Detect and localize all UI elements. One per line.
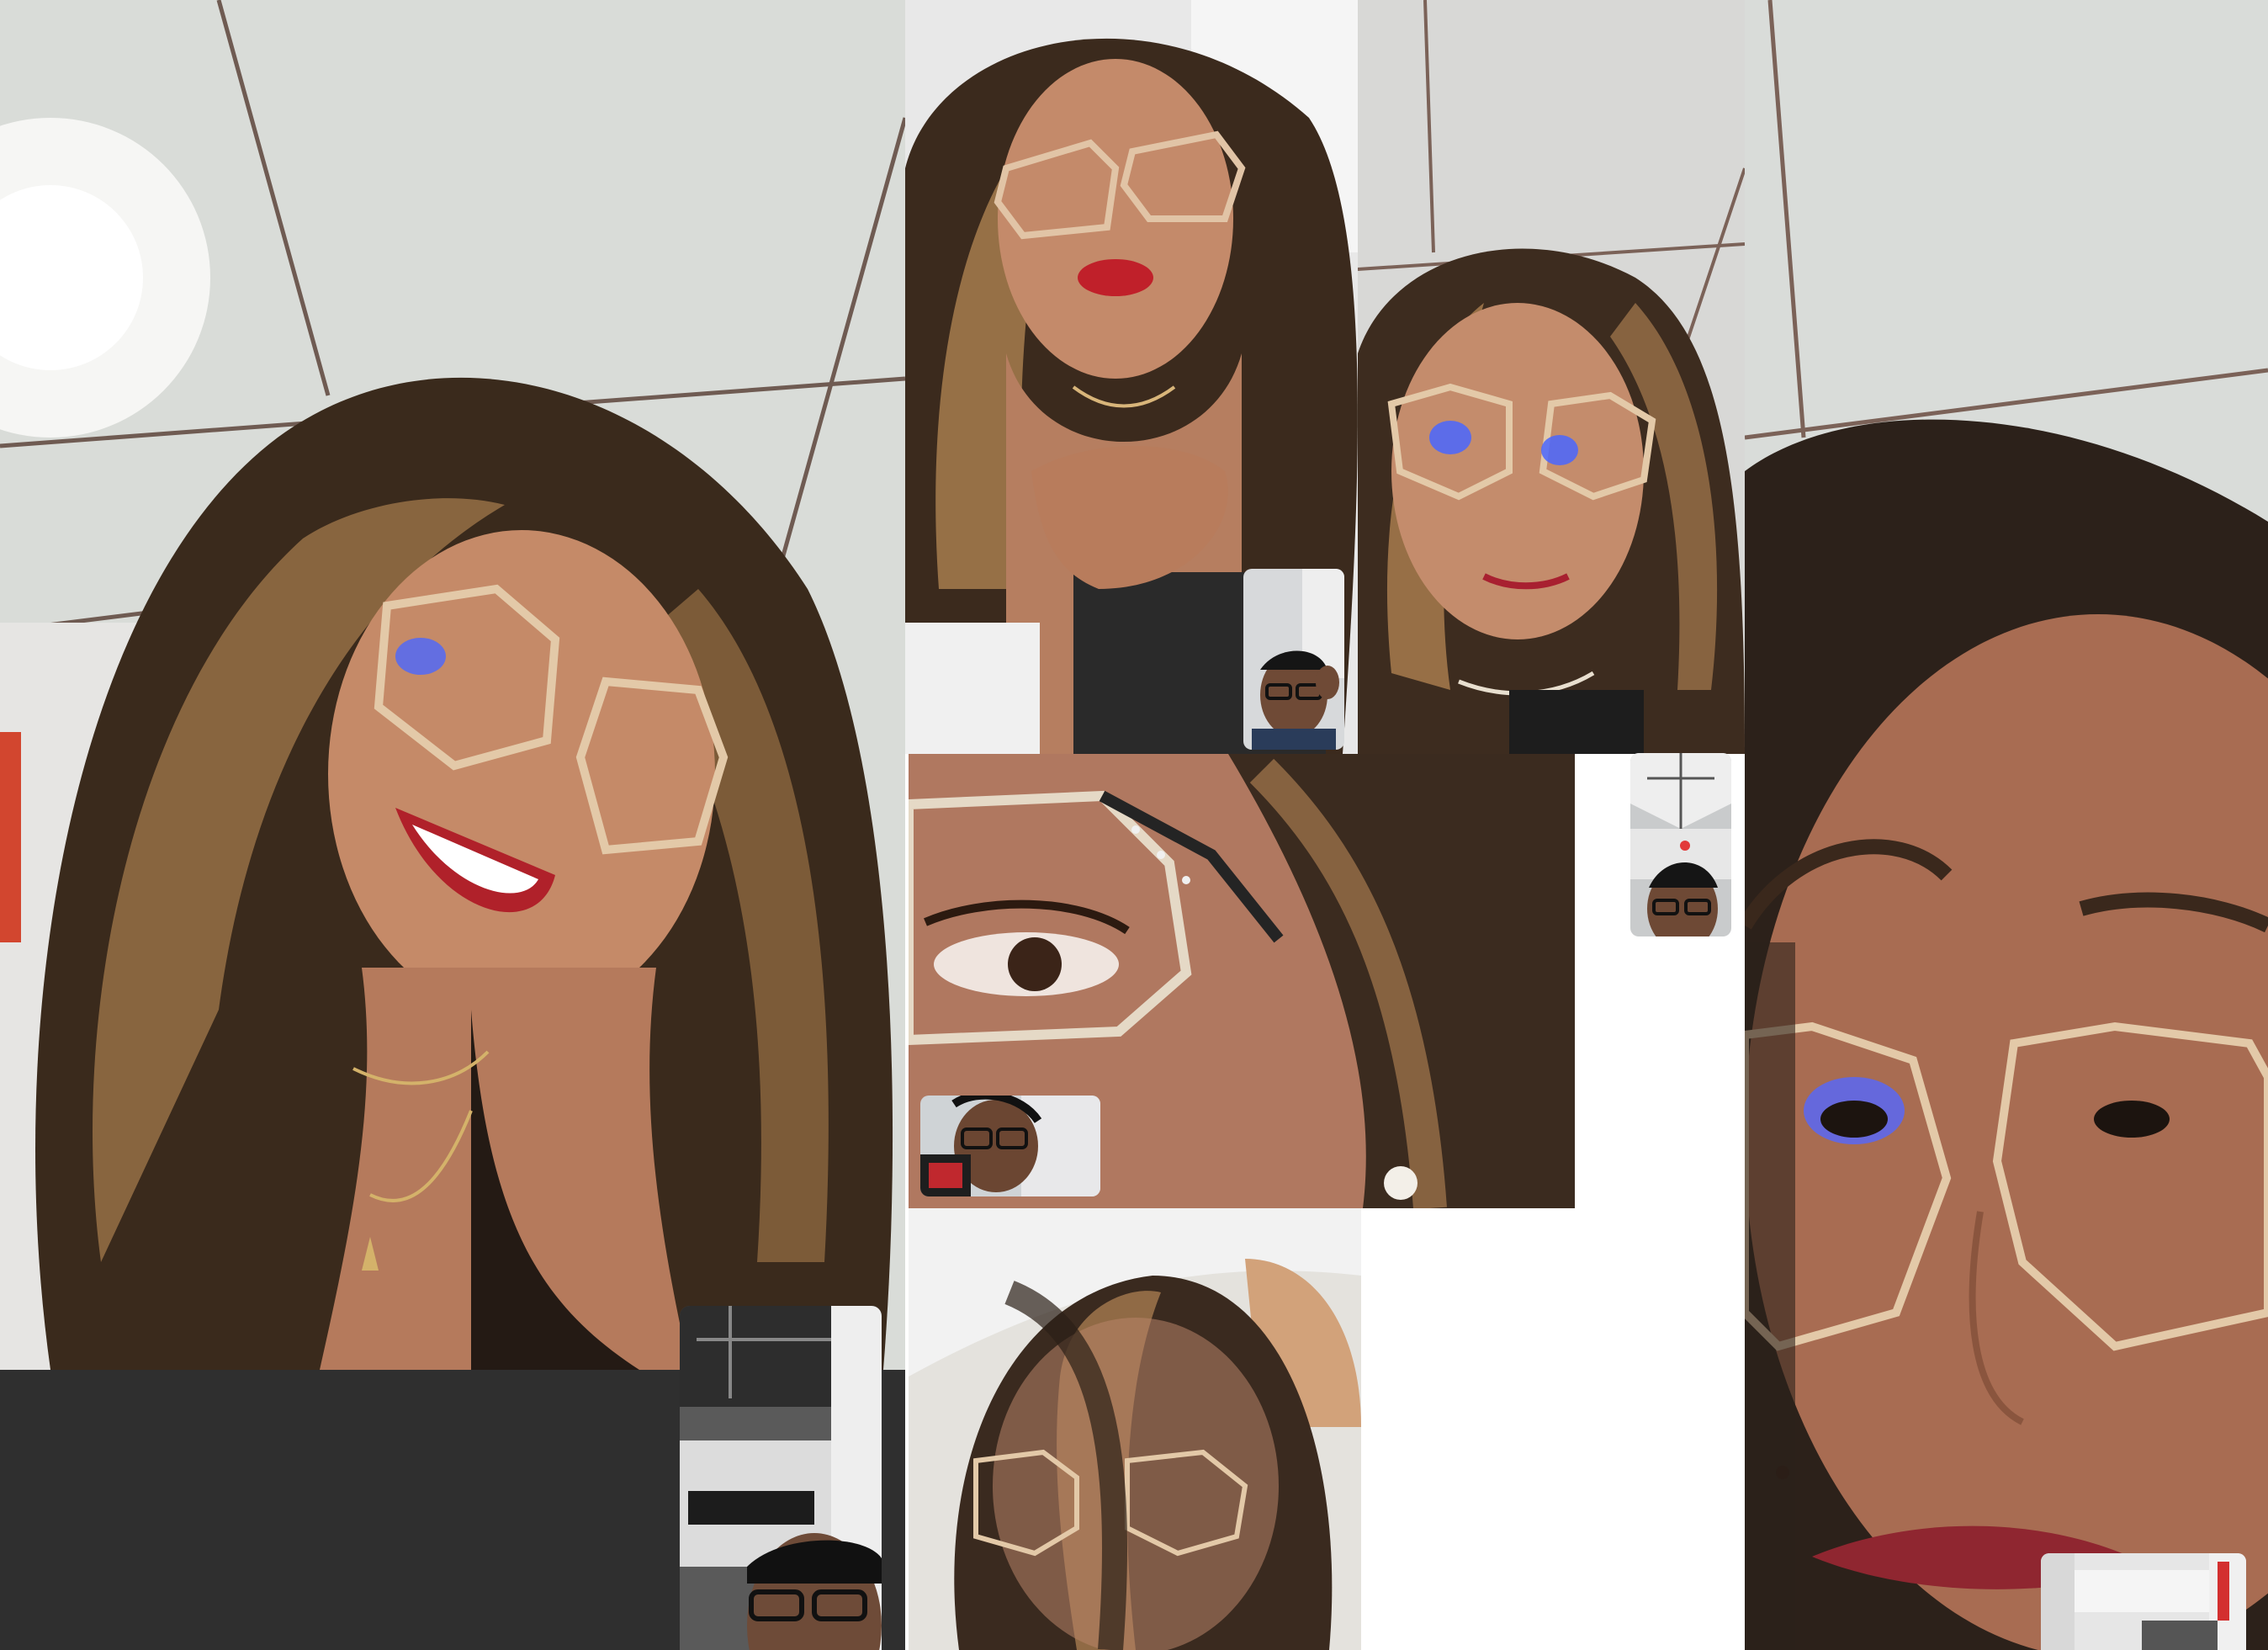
self-view-thumbnail-garage [680,1306,882,1650]
video-call-tile-woman-closeup [1745,0,2268,1650]
video-call-tile-woman-glasses-ceiling [1358,0,1745,754]
self-view-thumbnail-man-glasses [1243,569,1344,750]
self-view-thumbnail-man-headset [920,1096,1100,1196]
video-call-tile-smiling-woman [0,0,905,1370]
self-view-thumbnail-room [2041,1553,2246,1650]
self-view-thumbnail-man-outdoors [1630,753,1731,936]
video-call-tile-woman-bottom [909,1208,1361,1650]
video-call-collage [0,0,2268,1650]
